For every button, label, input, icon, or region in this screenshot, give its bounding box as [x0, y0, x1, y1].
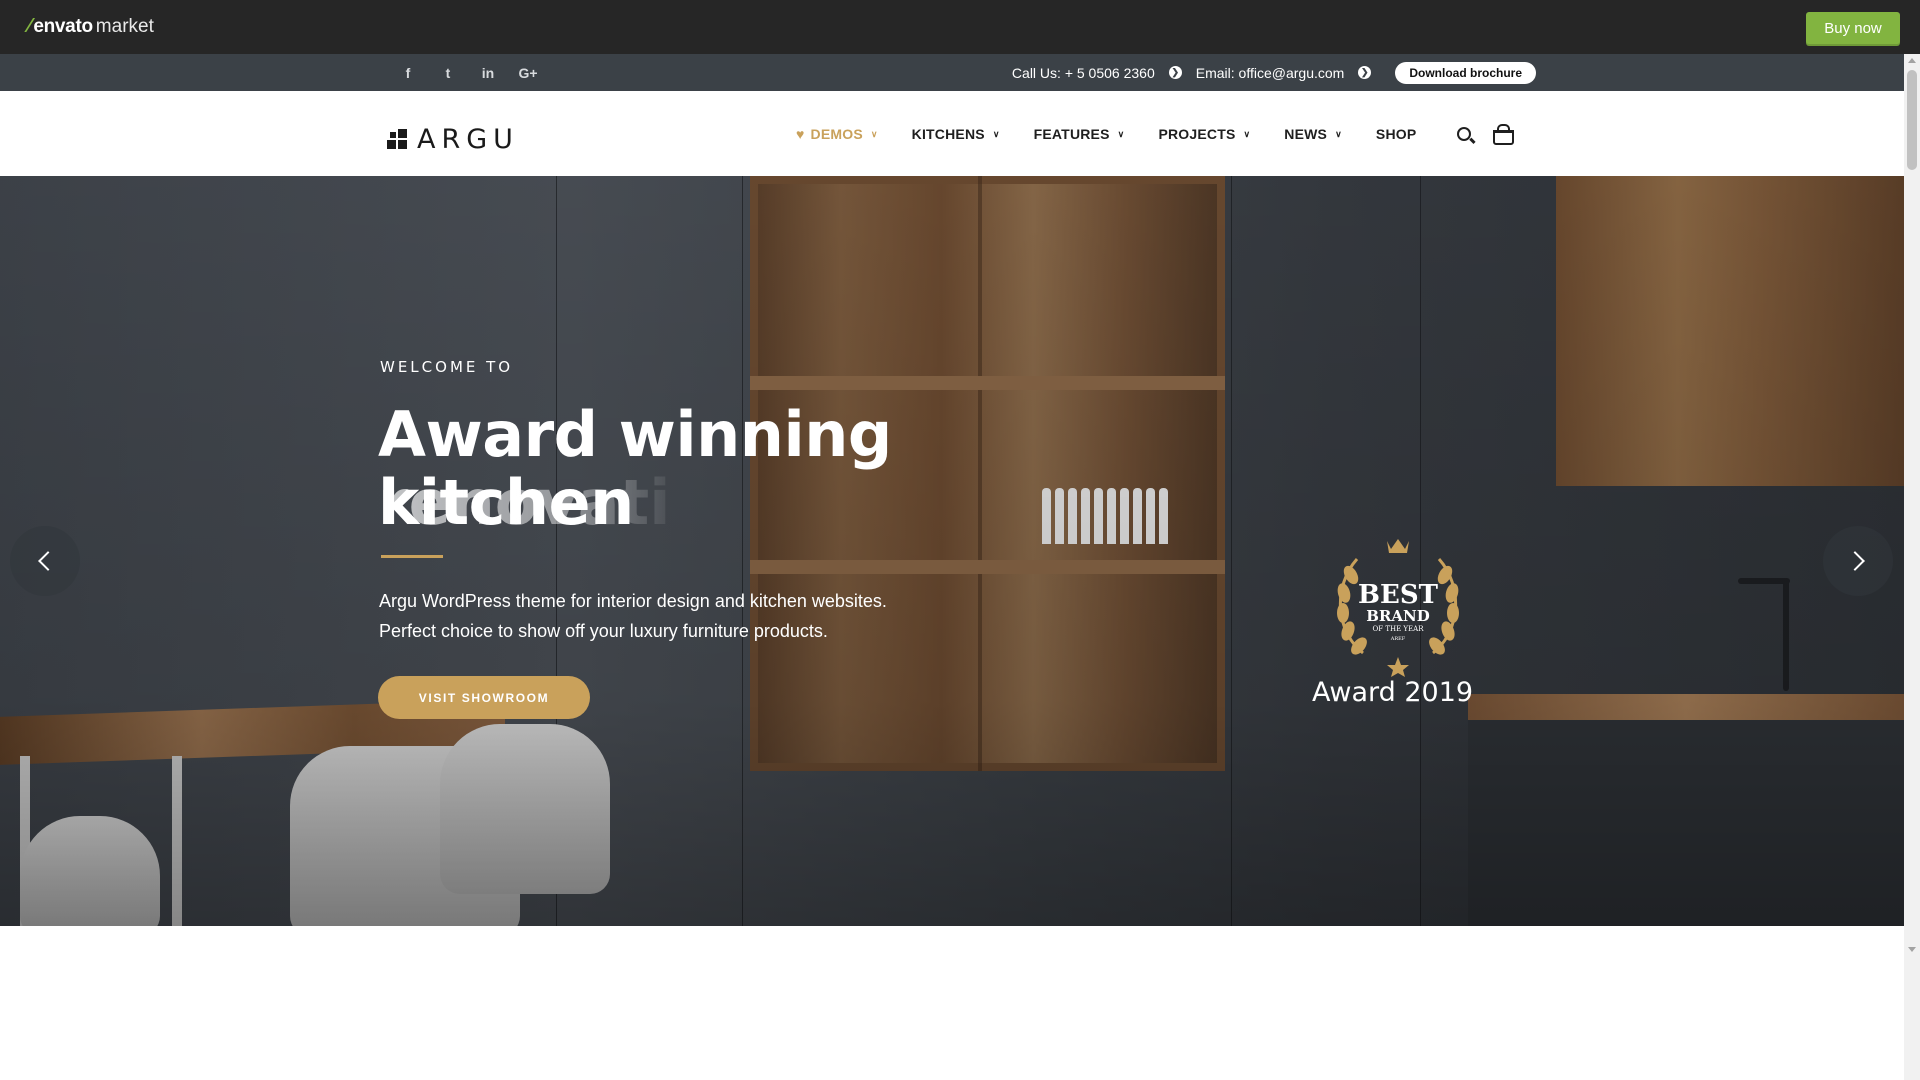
basket-icon[interactable] — [1493, 124, 1514, 145]
award-badge-year-text: OF THE YEAR — [1373, 625, 1425, 633]
nav-item-label: DEMOS — [810, 125, 863, 142]
scroll-up-arrow-icon[interactable] — [1908, 58, 1916, 63]
chevron-down-icon: ∨ — [1117, 129, 1125, 139]
social-links: f t in G+ — [388, 54, 548, 91]
hero-overlay — [0, 176, 1904, 926]
envato-logo-light: market — [95, 15, 154, 37]
google-plus-icon[interactable]: G+ — [508, 65, 548, 81]
chevron-down-icon: ∨ — [1243, 129, 1251, 139]
contact-info: Call Us: + 5 0506 2360 ❯ Email: office@a… — [1012, 54, 1536, 91]
award-badge-aref-text: AREF — [1390, 636, 1406, 642]
nav-item-projects[interactable]: PROJECTS ∨ — [1158, 126, 1250, 142]
nav-item-label: PROJECTS — [1158, 125, 1236, 142]
chevron-right-icon — [1845, 551, 1865, 571]
chevron-left-icon — [38, 551, 58, 571]
email-text[interactable]: Email: office@argu.com — [1196, 65, 1345, 81]
hero-subtitle-line2: Perfect choice to show off your luxury f… — [379, 621, 828, 641]
slider-prev-button[interactable] — [10, 526, 80, 596]
heart-icon: ♥ — [796, 125, 805, 142]
top-info-bar: f t in G+ Call Us: + 5 0506 2360 ❯ Email… — [0, 54, 1904, 91]
argu-logo[interactable]: ARGU — [387, 124, 519, 155]
nav-icons — [1457, 91, 1514, 176]
nav-item-features[interactable]: FEATURES ∨ — [1034, 126, 1125, 142]
download-brochure-button[interactable]: Download brochure — [1395, 61, 1536, 84]
brand-name: ARGU — [417, 124, 519, 155]
nav-item-shop[interactable]: SHOP — [1376, 126, 1416, 142]
nav-item-label: FEATURES — [1033, 125, 1110, 142]
award-badge-best-text: BEST — [1358, 580, 1439, 610]
nav-item-label: NEWS — [1284, 125, 1328, 142]
arrow-circle-icon: ❯ — [1358, 66, 1372, 79]
envato-logo[interactable]: ⁄ envato market — [28, 15, 154, 38]
hero-welcome-text: WELCOME TO — [380, 358, 514, 376]
hero-subtitle-line1: Argu WordPress theme for interior design… — [379, 591, 887, 611]
nav-item-news[interactable]: NEWS ∨ — [1284, 126, 1342, 142]
main-navigation: ARGU ♥ DEMOS ∨ KITCHENS ∨ FEATURES ∨ PRO… — [0, 91, 1904, 176]
nav-item-label: KITCHENS — [911, 125, 985, 142]
facebook-icon[interactable]: f — [388, 65, 428, 81]
twitter-icon[interactable]: t — [428, 65, 468, 81]
page-scrollbar[interactable] — [1904, 54, 1920, 1080]
arrow-circle-icon: ❯ — [1168, 66, 1182, 79]
call-us-text[interactable]: Call Us: + 5 0506 2360 — [1012, 65, 1155, 81]
nav-menu: ♥ DEMOS ∨ KITCHENS ∨ FEATURES ∨ PROJECTS… — [796, 91, 1450, 176]
search-icon[interactable] — [1457, 126, 1471, 141]
gold-divider — [381, 555, 443, 558]
award-badge-brand-text: BRAND — [1366, 607, 1430, 625]
slider-next-button[interactable] — [1823, 526, 1893, 596]
visit-showroom-button[interactable]: VISIT SHOWROOM — [378, 676, 590, 719]
nav-item-kitchens[interactable]: KITCHENS ∨ — [912, 126, 1000, 142]
nav-item-demos[interactable]: ♥ DEMOS ∨ — [796, 126, 878, 142]
hero-slider: WELCOME TO Award winning kitchen renovat… — [0, 176, 1904, 926]
chevron-down-icon: ∨ — [1335, 129, 1342, 139]
best-brand-award-badge: BEST BRAND OF THE YEAR AREF — [1337, 539, 1459, 677]
linkedin-icon[interactable]: in — [468, 65, 508, 81]
chevron-down-icon: ∨ — [992, 129, 1000, 139]
envato-logo-strong: envato — [33, 15, 93, 37]
buy-now-button[interactable]: Buy now — [1806, 12, 1900, 44]
scroll-thumb[interactable] — [1907, 70, 1917, 170]
argu-logo-mark-icon — [387, 128, 409, 151]
scroll-down-arrow-icon[interactable] — [1908, 947, 1916, 952]
envato-bar: ⁄ envato market Buy now — [0, 0, 1920, 54]
award-label: Award 2019 — [1312, 677, 1474, 708]
nav-item-label: SHOP — [1375, 125, 1417, 142]
envato-leaf-icon: ⁄ — [28, 15, 32, 37]
hero-headline-line2: renovati — [378, 469, 1098, 537]
chevron-down-icon: ∨ — [870, 129, 878, 139]
